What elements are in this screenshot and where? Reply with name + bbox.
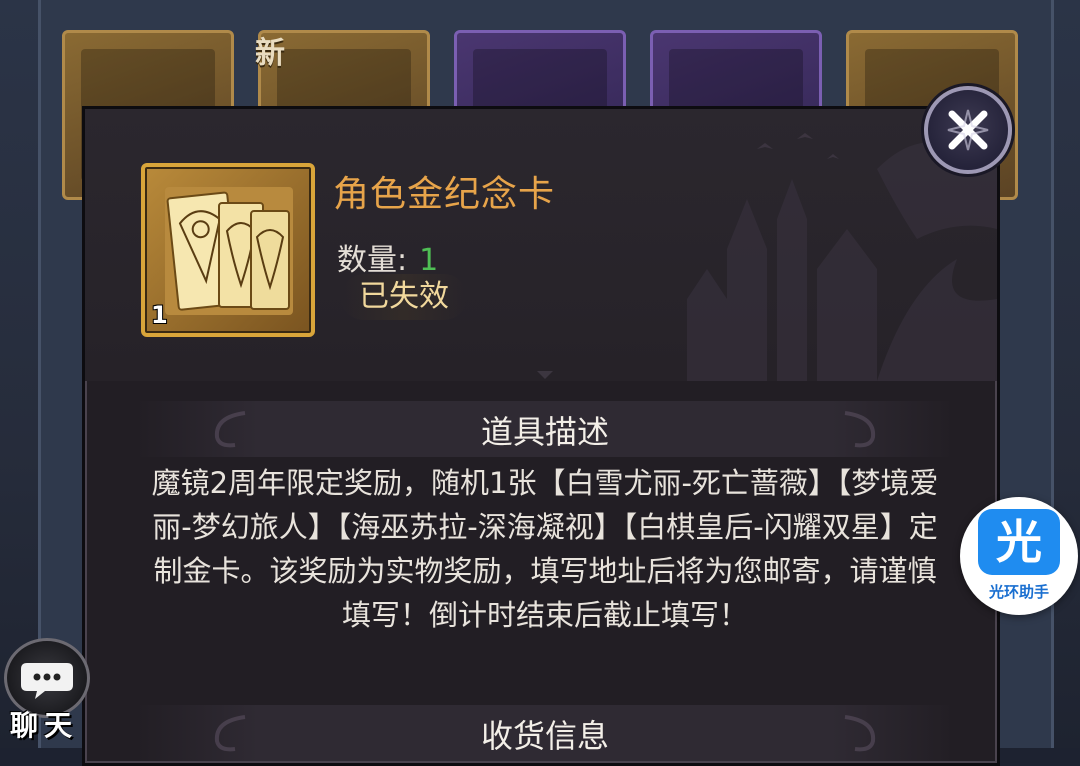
header-divider [537,371,553,379]
description-title: 道具描述 [480,413,609,451]
item-icon-frame: 1 [141,163,315,337]
chat-button[interactable]: 聊天 [0,628,100,748]
dialog-header: 1 角色金纪念卡 数量: 1 已失效 [85,109,997,381]
quantity-value: 1 [419,243,439,278]
close-button[interactable] [924,86,1012,174]
item-stack-count: 1 [151,301,168,329]
chat-label: 聊天 [10,709,79,742]
quantity-row: 数量: 1 [337,235,438,279]
assistant-float-button[interactable]: 光 光环助手 [960,497,1078,615]
new-badge: 新 [255,36,285,71]
assistant-logo-icon: 光 [978,509,1060,575]
item-description: 魔镜2周年限定奖励，随机1张【白雪尤丽-死亡蔷薇】【梦境爱丽-梦幻旅人】【海巫苏… [151,466,939,632]
item-name: 角色金纪念卡 [333,174,556,215]
assistant-label: 光环助手 [988,583,1049,601]
gold-card-icon [165,187,293,315]
quantity-label: 数量: [337,243,408,278]
status-badge: 已失效 [341,274,467,320]
item-detail-dialog: 1 角色金纪念卡 数量: 1 已失效 道具描述 魔镜2周年限定奖励，随机1张【白雪… [82,106,1000,766]
shipping-title: 收货信息 [480,717,609,755]
description-section-header: 道具描述 [135,401,955,457]
shipping-section-header: 收货信息 [135,705,955,761]
close-icon [947,109,989,151]
